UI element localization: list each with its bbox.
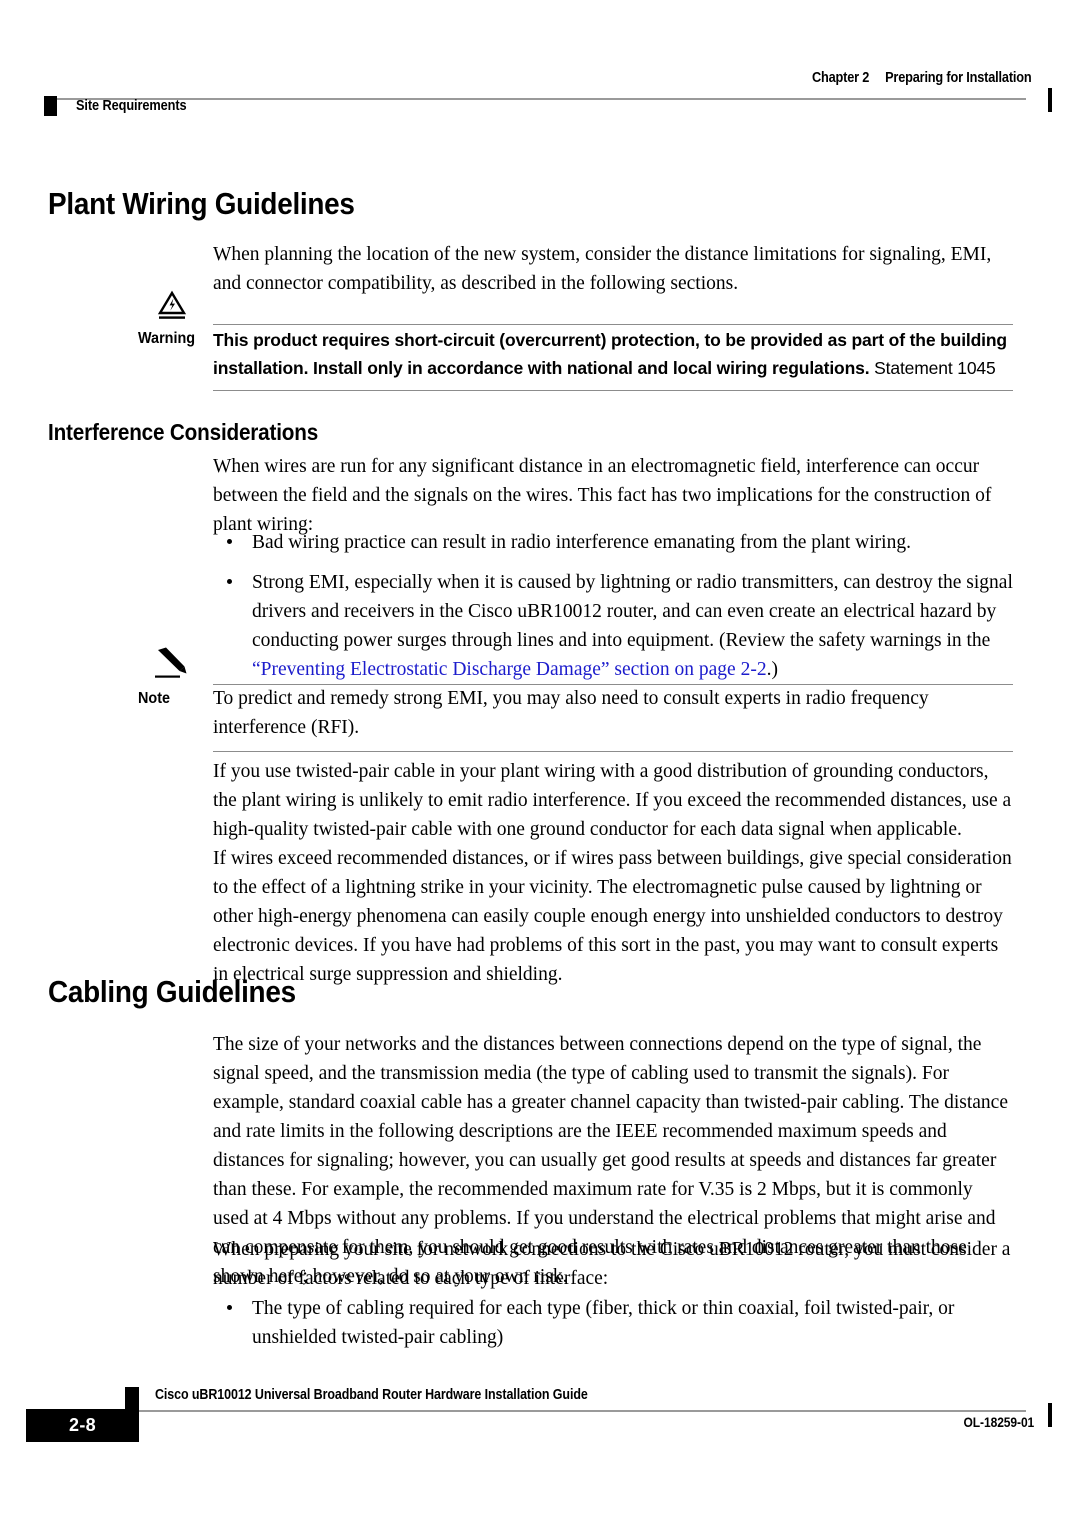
paragraph-intro: When planning the location of the new sy… — [213, 244, 992, 294]
list-item: Strong EMI, especially when it is caused… — [213, 568, 1013, 684]
bullet-dot-icon — [227, 579, 232, 584]
header-section-label: Site Requirements — [76, 98, 187, 114]
note-rule-bottom — [213, 751, 1013, 753]
header-marker-square-icon — [44, 96, 57, 116]
document-page: Chapter 2 Preparing for Installation Sit… — [0, 0, 1080, 1527]
list-item: The type of cabling required for each ty… — [213, 1294, 1013, 1352]
bullet-dot-icon — [227, 1305, 232, 1310]
header-rule — [57, 98, 1026, 100]
list-item-text: The type of cabling required for each ty… — [252, 1298, 955, 1348]
list-item-text: Bad wiring practice can result in radio … — [252, 532, 911, 553]
pencil-icon — [155, 647, 187, 678]
section-heading-interference: Interference Considerations — [48, 419, 319, 445]
paragraph-preparing: When preparing your site for network con… — [213, 1239, 1011, 1289]
page-header: Chapter 2 Preparing for Installation Sit… — [0, 70, 1080, 130]
footer-rule — [139, 1410, 1026, 1412]
footer-document-id: OL-18259-01 — [963, 1414, 1034, 1430]
header-chapter-label: Chapter 2 — [812, 70, 870, 86]
list-item-text-after: .) — [766, 659, 778, 680]
bullet-dot-icon — [227, 539, 232, 544]
page-title-cabling: Cabling Guidelines — [48, 974, 296, 1009]
cross-reference-link[interactable]: “Preventing Electrostatic Discharge Dama… — [252, 659, 767, 680]
cabling-bullet-list: The type of cabling required for each ty… — [213, 1294, 1013, 1363]
warning-label: Warning — [138, 330, 196, 347]
note-label: Note — [138, 690, 171, 707]
footer-guide-title: Cisco uBR10012 Universal Broadband Route… — [155, 1387, 588, 1403]
paragraph-lightning: If wires exceed recommended distances, o… — [213, 848, 1012, 985]
warning-triangle-icon — [157, 290, 187, 319]
warning-rule-bottom — [213, 390, 1013, 392]
list-item: Bad wiring practice can result in radio … — [213, 528, 1013, 557]
warning-statement: Statement 1045 — [874, 358, 996, 378]
list-item-text-before: Strong EMI, especially when it is caused… — [252, 572, 1013, 651]
note-text: To predict and remedy strong EMI, you ma… — [213, 688, 929, 738]
interference-bullet-list: Bad wiring practice can result in radio … — [213, 528, 1013, 695]
header-chapter-title: Preparing for Installation — [885, 70, 1033, 86]
page-footer: Cisco uBR10012 Universal Broadband Route… — [0, 1385, 1080, 1455]
footer-marker-square-icon — [125, 1387, 139, 1409]
footer-rule-cap — [1048, 1403, 1052, 1427]
paragraph-interference: When wires are run for any significant d… — [213, 456, 992, 535]
header-chapter-line: Chapter 2 Preparing for Installation — [812, 70, 1032, 86]
header-rule-cap — [1048, 88, 1052, 112]
page-title-plant-wiring: Plant Wiring Guidelines — [48, 186, 355, 221]
warning-text: This product requires short-circuit (ove… — [213, 326, 1013, 382]
paragraph-twisted-pair: If you use twisted-pair cable in your pl… — [213, 761, 1012, 840]
footer-page-number: 2-8 — [69, 1415, 96, 1435]
